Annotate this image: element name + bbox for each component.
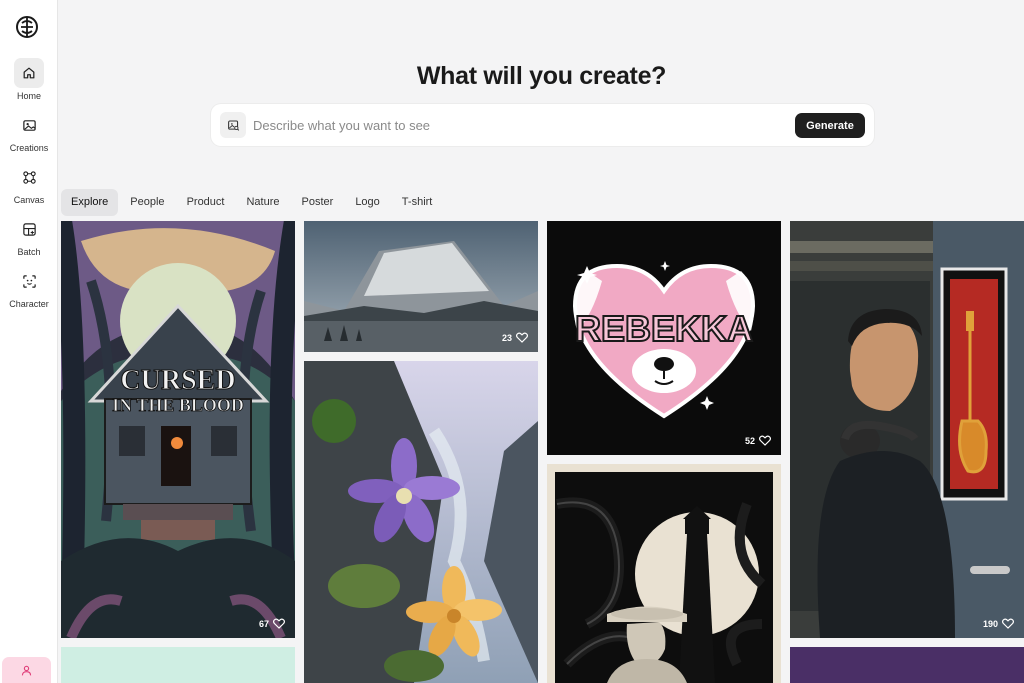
canvas-icon	[14, 162, 44, 192]
sidebar-item-creations[interactable]: Creations	[0, 110, 58, 153]
like-count: 23	[501, 332, 512, 343]
gallery-card-purple[interactable]	[790, 647, 1024, 683]
gallery-card-man-headphones[interactable]: 190	[790, 221, 1024, 638]
image-search-icon	[227, 120, 239, 131]
sidebar-item-label: Batch	[17, 247, 41, 257]
heart-icon	[1002, 618, 1014, 629]
gallery-card-rebekka-logo[interactable]: REBEKKA 52	[547, 221, 781, 455]
like-count: 52	[744, 435, 755, 446]
lighthouse-poster-artwork	[547, 464, 781, 683]
gallery-card-mountain[interactable]: 23	[304, 221, 538, 352]
poster-title-line2: IN THE BLOOD	[112, 395, 244, 415]
gallery-card-lighthouse-poster[interactable]	[547, 464, 781, 683]
heart-icon	[273, 618, 285, 629]
category-tabs: Explore People Product Nature Poster Log…	[61, 189, 442, 216]
rebekka-logo-artwork: REBEKKA	[547, 221, 781, 455]
gallery-card-flowers-canyon[interactable]	[304, 361, 538, 683]
tab-product[interactable]: Product	[177, 189, 235, 216]
prompt-input[interactable]	[253, 112, 783, 138]
sidebar-item-label: Creations	[9, 143, 49, 153]
tab-tshirt[interactable]: T-shirt	[392, 189, 443, 216]
sidebar-item-label: Home	[16, 91, 41, 101]
sidebar-item-home[interactable]: Home	[0, 58, 58, 101]
tab-poster[interactable]: Poster	[292, 189, 344, 216]
heart-icon	[759, 435, 771, 446]
user-icon	[21, 665, 32, 675]
generate-button[interactable]: Generate	[795, 113, 865, 138]
tab-logo[interactable]: Logo	[345, 189, 389, 216]
page-title: What will you create?	[416, 62, 667, 90]
gallery-card-mint[interactable]	[61, 647, 295, 683]
sidebar-item-batch[interactable]: Batch	[0, 214, 58, 257]
image-icon	[14, 110, 44, 140]
sidebar-item-canvas[interactable]: Canvas	[0, 162, 58, 205]
flowers-canyon-artwork	[304, 361, 538, 683]
sidebar-item-label: Canvas	[13, 195, 45, 205]
like-counter[interactable]: 190	[983, 618, 1014, 629]
character-icon	[14, 266, 44, 296]
poster-title-line1: CURSED	[120, 365, 235, 396]
like-counter[interactable]: 67	[259, 618, 285, 629]
tab-explore[interactable]: Explore	[61, 189, 119, 216]
heart-icon	[516, 332, 528, 343]
main-content: What will you create? Generate Explore P…	[59, 0, 1024, 683]
tab-people[interactable]: People	[120, 189, 174, 216]
prompt-bar: Generate	[211, 104, 874, 146]
logo-text: REBEKKA	[575, 308, 753, 349]
like-count: 190	[982, 618, 998, 629]
image-upload-button[interactable]	[220, 112, 246, 138]
profile-button[interactable]	[2, 657, 51, 683]
sidebar-item-character[interactable]: Character	[0, 266, 58, 309]
cursed-cabin-artwork: CURSED IN THE BLOOD	[61, 221, 295, 638]
batch-icon	[14, 214, 44, 244]
home-icon	[14, 58, 44, 88]
man-headphones-artwork	[790, 221, 1024, 638]
sidebar: Home Creations Canvas Batch Character	[0, 0, 58, 683]
like-count: 67	[258, 618, 269, 629]
like-counter[interactable]: 52	[745, 435, 771, 446]
tab-nature[interactable]: Nature	[236, 189, 289, 216]
gallery-card-cursed-cabin[interactable]: CURSED IN THE BLOOD 67	[61, 221, 295, 638]
app-logo-icon[interactable]	[14, 14, 40, 40]
sidebar-item-label: Character	[9, 299, 49, 309]
like-counter[interactable]: 23	[502, 332, 528, 343]
